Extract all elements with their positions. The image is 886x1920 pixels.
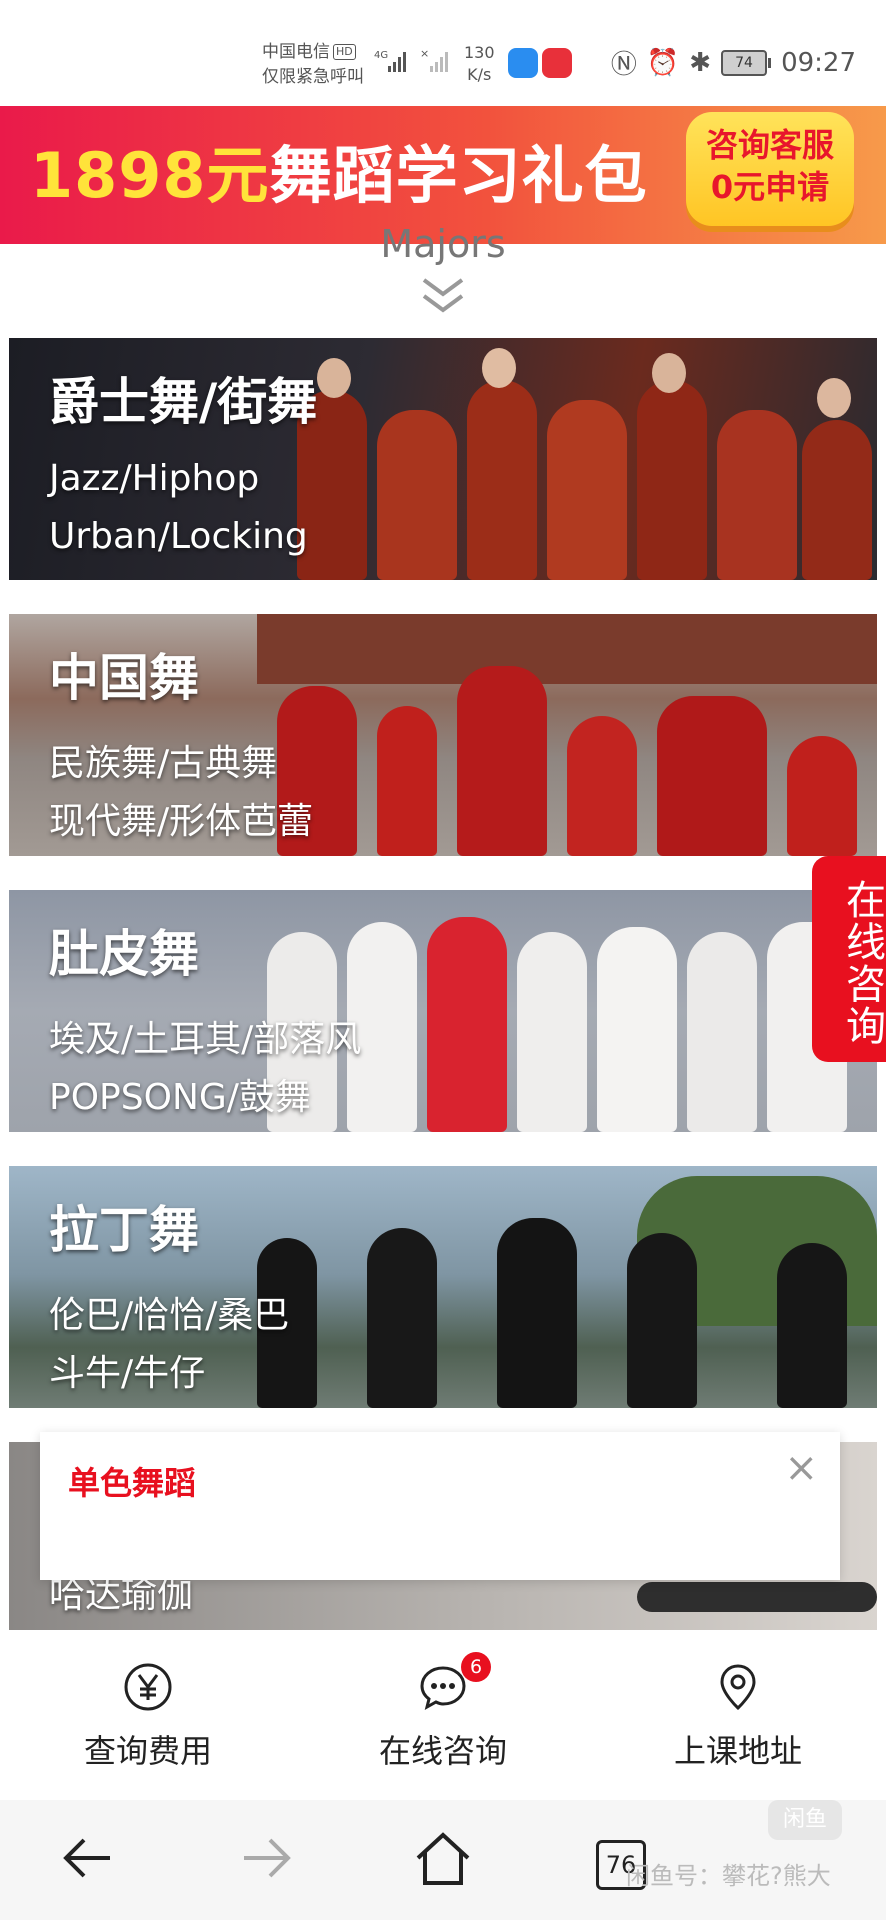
status-right: Ⓝ ⏰ ✱ 74 09:27	[611, 44, 856, 81]
home-icon[interactable]	[414, 1830, 472, 1888]
watermark-logo: 闲鱼	[768, 1800, 842, 1840]
speed-value: 130	[464, 43, 495, 62]
yen-icon	[124, 1663, 172, 1711]
banner-headline: 1898元舞蹈学习礼包	[30, 136, 648, 216]
clock: 09:27	[781, 47, 856, 78]
signal-2-icon: ×	[420, 47, 448, 72]
consult-line1: 咨询客服	[705, 126, 834, 164]
svg-text:×: ×	[420, 47, 429, 60]
emergency-text: 仅限紧急呼叫	[262, 67, 364, 87]
back-arrow-icon[interactable]	[60, 1830, 116, 1886]
category-subtitle: 斗牛/牛仔	[49, 1353, 206, 1394]
consult-line2: 0元申请	[710, 168, 830, 206]
category-subtitle: POPSONG/鼓舞	[49, 1077, 311, 1118]
card-photo	[257, 1166, 877, 1408]
category-subtitle: Urban/Locking	[49, 516, 308, 557]
category-card-chinese[interactable]: 中国舞 民族舞/古典舞 现代舞/形体芭蕾	[9, 614, 877, 856]
alarm-icon: ⏰	[646, 47, 680, 78]
close-icon[interactable]: ×	[784, 1444, 818, 1492]
nav-label: 上课地址	[673, 1732, 802, 1770]
category-title: 爵士舞/街舞	[49, 373, 318, 431]
card-photo	[257, 338, 877, 580]
consult-service-button[interactable]: 咨询客服 0元申请	[686, 112, 854, 226]
category-card-belly[interactable]: 肚皮舞 埃及/土耳其/部落风 POPSONG/鼓舞	[9, 890, 877, 1132]
bottom-nav: 查询费用 6 在线咨询 上课地址	[0, 1630, 886, 1800]
carrier-name: 中国电信	[262, 42, 330, 62]
double-chevron-down-icon	[422, 278, 464, 313]
category-card-latin[interactable]: 拉丁舞 伦巴/恰恰/桑巴 斗牛/牛仔	[9, 1166, 877, 1408]
nfc-icon: Ⓝ	[610, 50, 637, 80]
card-photo	[257, 614, 877, 856]
svg-text:4G: 4G	[374, 50, 388, 61]
banner-title: 舞蹈学习礼包	[269, 139, 648, 212]
bluetooth-icon: ✱	[689, 47, 712, 78]
hd-badge: HD	[333, 44, 356, 60]
battery-icon: 74	[721, 49, 772, 76]
category-title: 中国舞	[49, 649, 199, 707]
location-icon	[720, 1664, 756, 1711]
carrier-info: 中国电信 HD 仅限紧急呼叫	[262, 40, 364, 90]
banner-price: 1898元	[30, 139, 270, 212]
category-title: 肚皮舞	[49, 925, 199, 983]
video-app-icon	[542, 48, 572, 78]
majors-label: Majors	[380, 222, 506, 266]
popup-title: 单色舞蹈	[68, 1464, 197, 1502]
category-title: 拉丁舞	[49, 1201, 199, 1259]
nav-label: 在线咨询	[378, 1732, 507, 1770]
popup-card: 单色舞蹈 ×	[40, 1432, 840, 1580]
status-bar: 中国电信 HD 仅限紧急呼叫 4G × 130 K/s Ⓝ ⏰ ✱ 74 09:2…	[0, 0, 886, 106]
watermark-text: 闲鱼号：攀花?熊大	[626, 1862, 831, 1890]
speed-unit: K/s	[467, 65, 492, 84]
category-subtitle: 民族舞/古典舞	[49, 743, 278, 784]
unread-badge: 6	[461, 1652, 491, 1682]
category-subtitle: Jazz/Hiphop	[49, 458, 260, 499]
network-speed: 130 K/s	[464, 42, 495, 86]
nav-label: 查询费用	[83, 1732, 212, 1770]
category-card-jazz[interactable]: 爵士舞/街舞 Jazz/Hiphop Urban/Locking	[9, 338, 877, 580]
category-subtitle: 伦巴/恰恰/桑巴	[49, 1295, 290, 1336]
forward-arrow-icon[interactable]	[238, 1830, 294, 1886]
signal-icon: 4G	[374, 50, 406, 72]
category-subtitle: 埃及/土耳其/部落风	[49, 1019, 362, 1060]
hotspot-app-icon	[508, 48, 538, 78]
category-subtitle: 现代舞/形体芭蕾	[49, 801, 314, 842]
online-consult-float-button[interactable]: 在线咨询	[812, 856, 886, 1062]
